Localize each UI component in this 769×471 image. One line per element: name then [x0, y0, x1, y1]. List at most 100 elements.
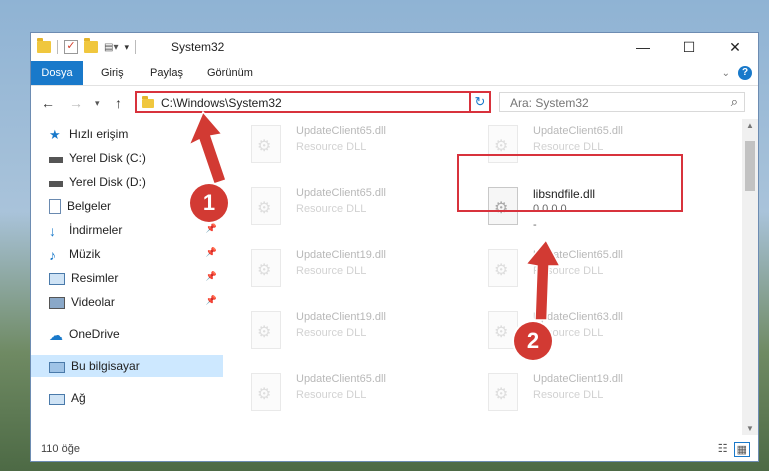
file-description: Resource DLL: [296, 327, 367, 339]
file-item[interactable]: UpdateClient63.dll Resource DLL: [463, 305, 693, 361]
address-path: C:\Windows\System32: [161, 96, 282, 110]
close-button[interactable]: ✕: [712, 33, 758, 61]
sidebar-item-label: Videolar: [71, 295, 115, 309]
file-name: UpdateClient65.dll: [296, 373, 386, 385]
sidebar-item-label: Yerel Disk (C:): [69, 151, 146, 165]
pin-icon: 📌: [205, 151, 217, 161]
divider: [57, 40, 58, 54]
folder-icon: [37, 38, 51, 53]
step-marker-one: 1: [190, 184, 228, 222]
scrollbar-thumb[interactable]: [745, 141, 755, 191]
tab-home[interactable]: Giriş: [101, 61, 124, 85]
sidebar-item-pictures[interactable]: Resimler 📌: [49, 267, 223, 289]
search-input[interactable]: [508, 95, 712, 111]
file-item[interactable]: UpdateClient19.dll Resource DLL: [226, 243, 456, 299]
file-item[interactable]: UpdateClient65.dll Resource DLL: [226, 367, 456, 423]
refresh-button[interactable]: ↻: [469, 91, 491, 113]
ribbon-tabs: Dosya Giriş Paylaş Görünüm ⌄ ?: [31, 61, 758, 86]
file-description: Resource DLL: [533, 389, 604, 401]
properties-icon[interactable]: ✓: [64, 40, 78, 54]
file-item[interactable]: UpdateClient65.dll Resource DLL: [226, 181, 456, 237]
vertical-scrollbar[interactable]: ▲ ▼: [742, 119, 758, 435]
file-name: UpdateClient19.dll: [533, 373, 623, 385]
dll-file-icon: [251, 373, 281, 411]
folder-icon: [142, 96, 154, 108]
tab-view[interactable]: Görünüm: [207, 61, 253, 85]
file-name: UpdateClient65.dll: [533, 249, 623, 261]
dll-file-icon: [251, 249, 281, 287]
status-bar: 110 öğe ☷ ▦: [31, 437, 758, 461]
divider: [135, 40, 136, 54]
file-item[interactable]: UpdateClient65.dll Resource DLL: [463, 243, 693, 299]
dll-file-icon: [251, 125, 281, 163]
up-icon[interactable]: ↑: [115, 95, 122, 111]
file-description: Resource DLL: [533, 265, 604, 277]
video-icon: [49, 297, 65, 309]
search-icon[interactable]: ⌕: [731, 94, 738, 110]
pin-icon: 📌: [205, 223, 217, 233]
drive-icon: [49, 157, 63, 163]
highlight-box: [457, 154, 683, 212]
expand-ribbon-icon[interactable]: ⌄: [722, 68, 730, 79]
recent-locations-icon[interactable]: ▾: [95, 98, 100, 109]
music-icon: ♪: [49, 247, 56, 263]
pin-icon: 📌: [205, 295, 217, 305]
file-name: UpdateClient65.dll: [533, 125, 623, 137]
address-row: ← → ▾ ↑ C:\Windows\System32 ⌄ ↻ ⌕: [31, 87, 758, 117]
chevron-down-icon[interactable]: ▾: [124, 42, 129, 53]
sidebar-item-this-pc[interactable]: Bu bilgisayar: [31, 355, 223, 377]
document-icon: [49, 198, 61, 214]
drive-icon: [49, 181, 63, 187]
new-folder-icon[interactable]: [84, 38, 98, 53]
sidebar-item-disk-c[interactable]: Yerel Disk (C:) 📌: [49, 147, 223, 169]
customize-toolbar-icon[interactable]: ▤▾: [104, 42, 118, 53]
title-bar: ✓ ▤▾ ▾ System32 — ☐ ✕: [31, 33, 758, 61]
forward-icon[interactable]: →: [69, 95, 83, 111]
file-description: Resource DLL: [296, 141, 367, 153]
file-item[interactable]: UpdateClient19.dll Resource DLL: [226, 305, 456, 361]
scroll-up-icon[interactable]: ▲: [746, 121, 754, 130]
file-description: Resource DLL: [296, 265, 367, 277]
large-icons-view-icon[interactable]: ▦: [733, 442, 750, 457]
file-name: UpdateClient65.dll: [296, 125, 386, 137]
file-item[interactable]: UpdateClient19.dll Resource DLL: [463, 367, 693, 423]
sidebar-item-network[interactable]: Ağ: [49, 387, 223, 409]
help-icon[interactable]: ?: [738, 66, 752, 80]
maximize-button[interactable]: ☐: [666, 33, 712, 61]
address-bar[interactable]: C:\Windows\System32 ⌄: [135, 91, 489, 113]
sidebar-item-onedrive[interactable]: ☁ OneDrive: [49, 323, 223, 345]
quick-access-toolbar: ✓ ▤▾ ▾: [37, 38, 136, 56]
file-name: UpdateClient19.dll: [296, 249, 386, 261]
file-description: -: [533, 219, 537, 231]
dll-file-icon: [488, 249, 518, 287]
sidebar-item-label: Hızlı erişim: [69, 127, 129, 141]
sidebar-item-quick-access[interactable]: ★ Hızlı erişim: [49, 123, 223, 145]
dll-file-icon: [251, 311, 281, 349]
file-item[interactable]: UpdateClient65.dll Resource DLL: [226, 119, 456, 175]
cloud-icon: ☁: [49, 327, 63, 343]
file-name: UpdateClient19.dll: [296, 311, 386, 323]
computer-icon: [49, 361, 65, 373]
tab-share[interactable]: Paylaş: [150, 61, 183, 85]
details-view-icon[interactable]: ☷: [718, 442, 728, 457]
sidebar-item-label: Yerel Disk (D:): [69, 175, 146, 189]
sidebar-item-label: Müzik: [69, 247, 101, 261]
minimize-button[interactable]: —: [620, 33, 666, 61]
sidebar-item-label: Bu bilgisayar: [71, 359, 140, 373]
sidebar-item-downloads[interactable]: ↓ İndirmeler 📌: [49, 219, 223, 241]
star-icon: ★: [49, 127, 61, 142]
download-icon: ↓: [49, 223, 56, 239]
search-box[interactable]: ⌕: [499, 92, 745, 112]
scroll-down-icon[interactable]: ▼: [746, 424, 754, 433]
sidebar-item-label: İndirmeler: [69, 223, 123, 237]
sidebar-item-label: Ağ: [71, 391, 86, 405]
file-description: Resource DLL: [296, 203, 367, 215]
back-icon[interactable]: ←: [41, 95, 55, 111]
sidebar-item-music[interactable]: ♪ Müzik 📌: [49, 243, 223, 265]
sidebar-item-label: Resimler: [71, 271, 119, 285]
tab-file[interactable]: Dosya: [31, 61, 83, 85]
window-title: System32: [171, 40, 225, 54]
sidebar-item-videos[interactable]: Videolar 📌: [49, 291, 223, 313]
item-count: 110 öğe: [41, 443, 80, 455]
sidebar-item-label: OneDrive: [69, 327, 120, 341]
